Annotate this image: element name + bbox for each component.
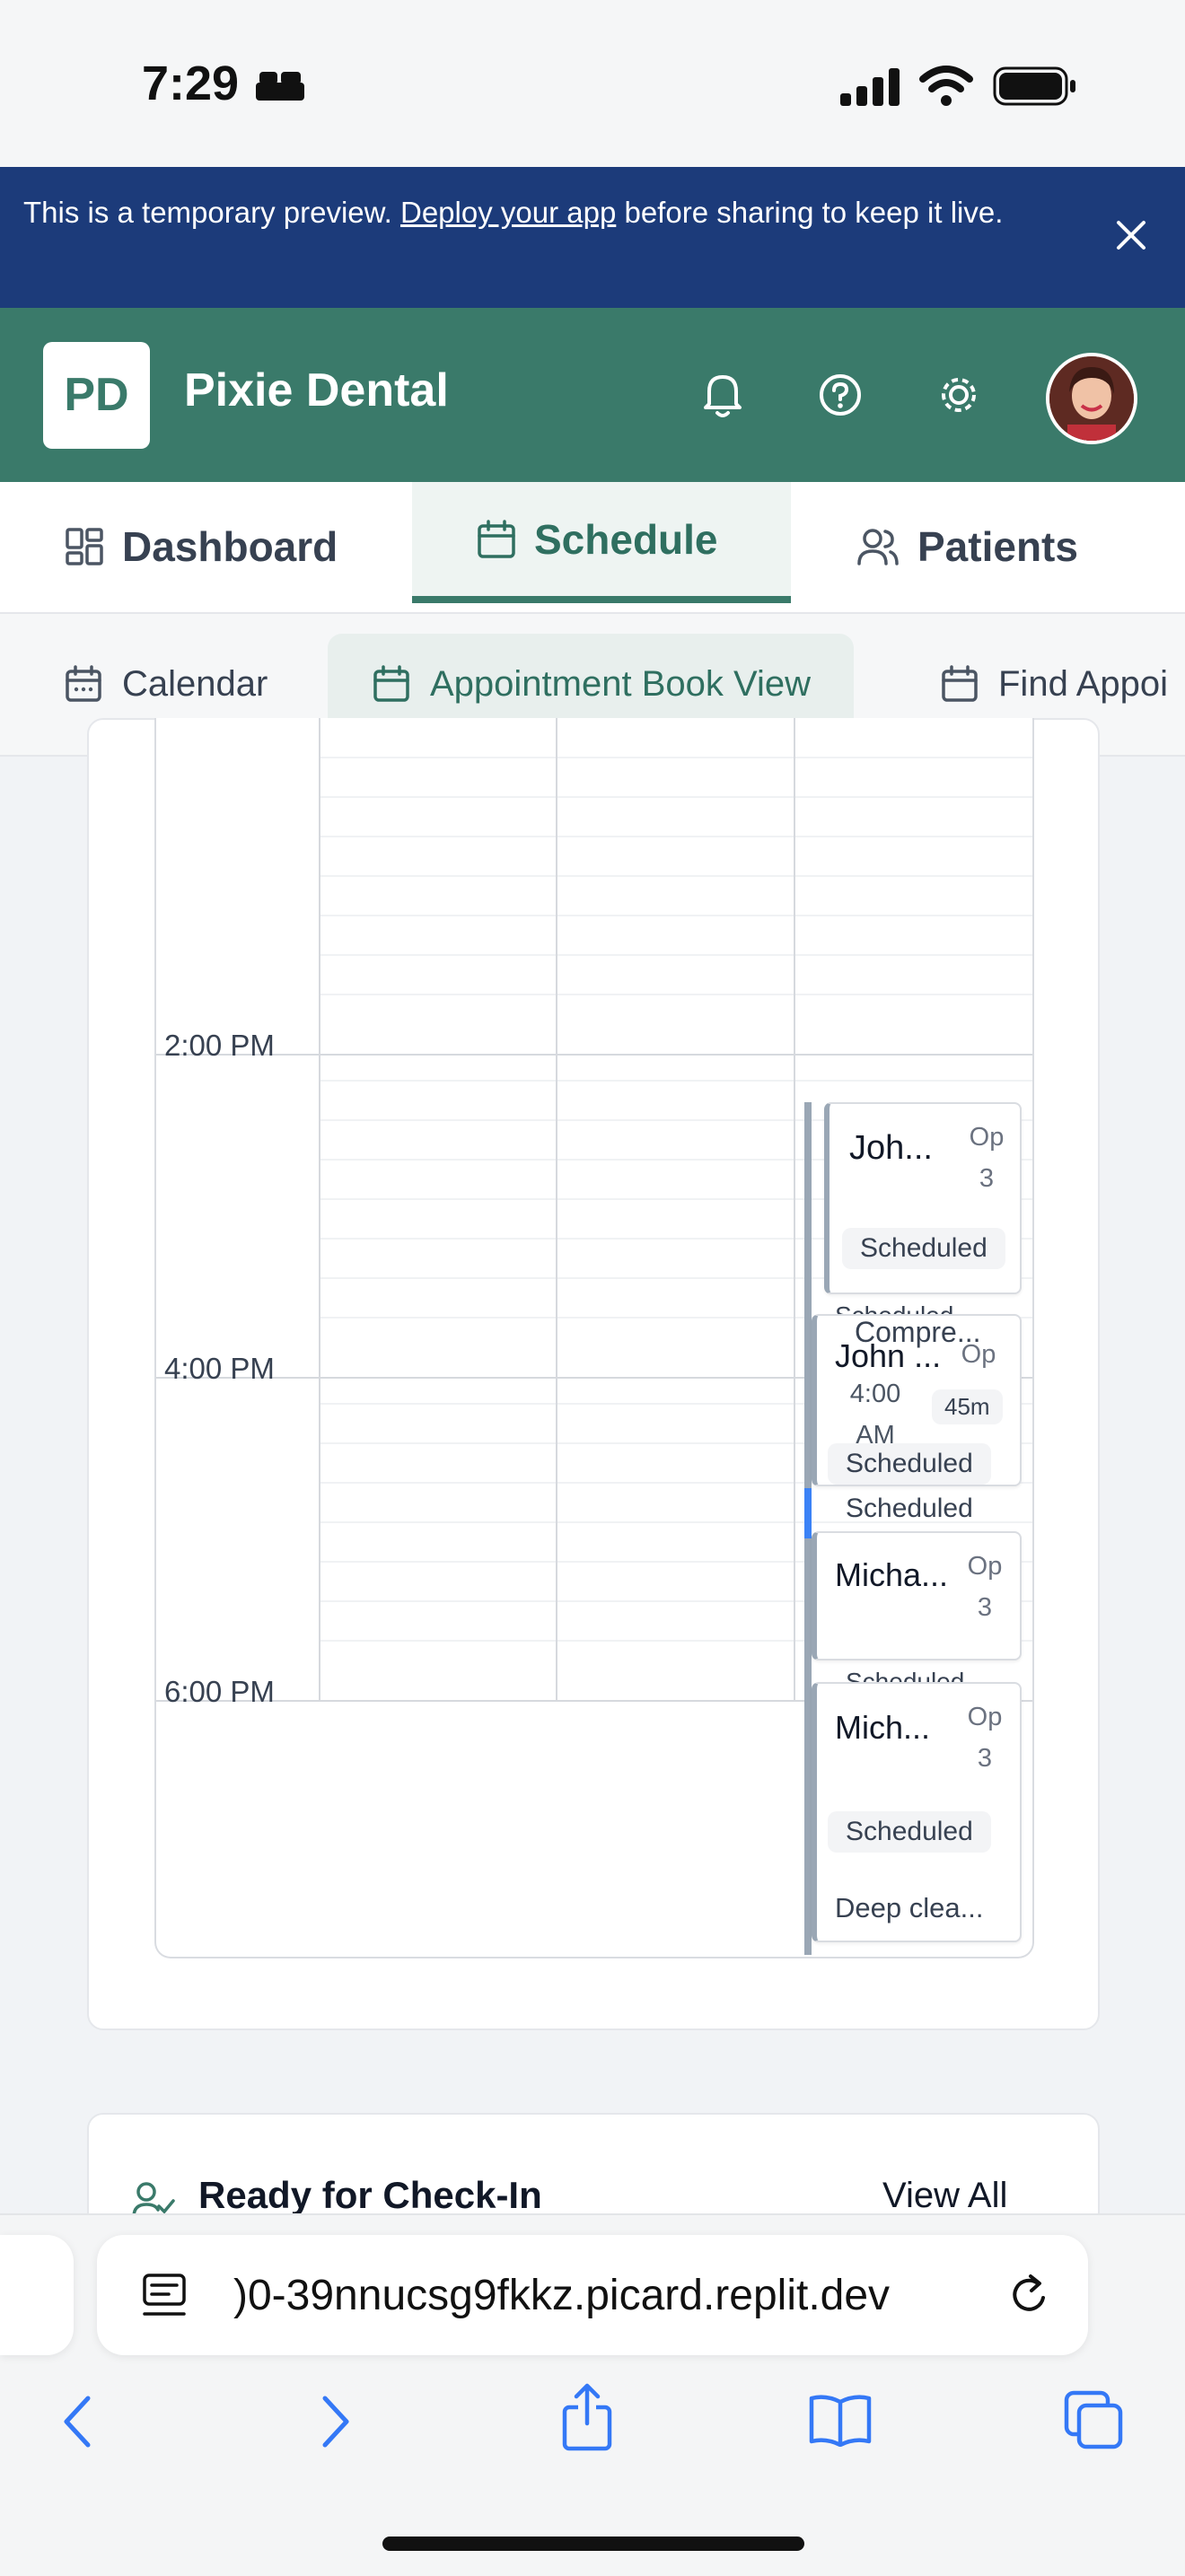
back-icon[interactable] xyxy=(57,2393,97,2450)
tab-dashboard[interactable]: Dashboard xyxy=(65,482,338,610)
tab-label: Schedule xyxy=(534,515,718,563)
bell-icon[interactable] xyxy=(700,370,745,420)
bookmarks-icon[interactable] xyxy=(808,2393,873,2447)
page-menu-icon[interactable] xyxy=(142,2273,187,2319)
battery-icon xyxy=(993,66,1075,106)
main-nav: Dashboard Schedule Patients xyxy=(0,482,1185,614)
banner-suffix: before sharing to keep it live. xyxy=(616,196,1004,229)
appointment-patient: Mich... xyxy=(835,1709,931,1746)
deploy-app-link[interactable]: Deploy your app xyxy=(400,196,616,229)
time-label-4pm: 4:00 PM xyxy=(164,1352,275,1385)
time-label-2pm: 2:00 PM xyxy=(164,1029,275,1062)
appointment-patient: Joh... xyxy=(849,1129,933,1167)
forward-icon[interactable] xyxy=(316,2393,356,2450)
appointment-op: Op 3 xyxy=(967,1552,1003,1622)
appointment-card[interactable]: Joh... Op 3 Scheduled xyxy=(824,1102,1022,1294)
calendar-icon xyxy=(66,665,101,702)
status-bar: 7:29 xyxy=(0,0,1185,167)
appointment-patient: John ... xyxy=(835,1337,942,1374)
appointment-op: Op 3 xyxy=(967,1703,1003,1773)
checkin-title: Ready for Check-In xyxy=(198,2174,542,2216)
status-badge: Scheduled xyxy=(842,1228,1005,1269)
tab-patients[interactable]: Patients xyxy=(856,482,1078,610)
sleep-focus-icon xyxy=(256,72,304,101)
appointment-status-peek: Scheduled xyxy=(846,1494,973,1523)
appointment-card[interactable]: Micha... Op 3 xyxy=(812,1531,1022,1660)
status-badge: Scheduled xyxy=(828,1811,991,1853)
tab-schedule[interactable]: Schedule xyxy=(412,482,791,603)
cellular-signal-icon xyxy=(840,68,900,106)
app-header xyxy=(0,308,1185,482)
close-icon[interactable] xyxy=(1113,217,1149,253)
appointment-card[interactable]: Mich... Op 3 Scheduled Deep clea... xyxy=(812,1682,1022,1942)
appointment-note: Deep clea... xyxy=(835,1892,984,1923)
appointment-op: Op 3 xyxy=(969,1123,1005,1193)
banner-text: This is a temporary preview. Deploy your… xyxy=(23,188,1083,237)
calendar-icon xyxy=(373,665,409,702)
appointment-patient: Micha... xyxy=(835,1556,949,1593)
subtab-label: Calendar xyxy=(122,663,268,704)
time-label-6pm: 6:00 PM xyxy=(164,1675,275,1708)
duration-badge: 45m xyxy=(932,1389,1003,1424)
wifi-icon xyxy=(919,66,973,106)
subtab-label: Find Appoi xyxy=(998,663,1169,704)
share-icon[interactable] xyxy=(560,2382,614,2452)
banner-prefix: This is a temporary preview. xyxy=(23,196,400,229)
dashboard-icon xyxy=(66,527,103,565)
subtab-label: Appointment Book View xyxy=(430,663,811,704)
tab-label: Patients xyxy=(917,522,1078,570)
tab-label: Dashboard xyxy=(122,522,338,570)
previous-tab-stub[interactable] xyxy=(0,2235,74,2355)
calendar-icon xyxy=(478,519,515,558)
help-icon[interactable] xyxy=(817,372,864,418)
view-all-link[interactable]: View All xyxy=(882,2176,1007,2216)
home-indicator xyxy=(382,2537,804,2551)
users-icon xyxy=(857,528,899,565)
preview-banner: This is a temporary preview. Deploy your… xyxy=(0,167,1185,308)
current-time-indicator xyxy=(804,1488,812,1538)
reload-icon[interactable] xyxy=(1007,2273,1052,2318)
avatar[interactable] xyxy=(1046,353,1137,444)
gear-icon[interactable] xyxy=(935,372,982,418)
app-name: Pixie Dental xyxy=(184,364,449,416)
status-badge: Scheduled xyxy=(828,1443,991,1485)
calendar-icon xyxy=(942,665,978,702)
url-bar[interactable]: )0-39nnucsg9fkkz.picard.replit.dev xyxy=(97,2235,1088,2355)
avatar-image xyxy=(1049,356,1134,441)
appointment-card[interactable]: Compre... John ... Op 4:00 AM 45m Schedu… xyxy=(812,1314,1022,1486)
appointment-op: Op xyxy=(961,1340,996,1369)
url-text: )0-39nnucsg9fkkz.picard.replit.dev xyxy=(233,2272,891,2319)
status-time: 7:29 xyxy=(142,57,240,110)
tabs-icon[interactable] xyxy=(1063,2389,1124,2450)
app-logo: PD xyxy=(43,342,150,449)
